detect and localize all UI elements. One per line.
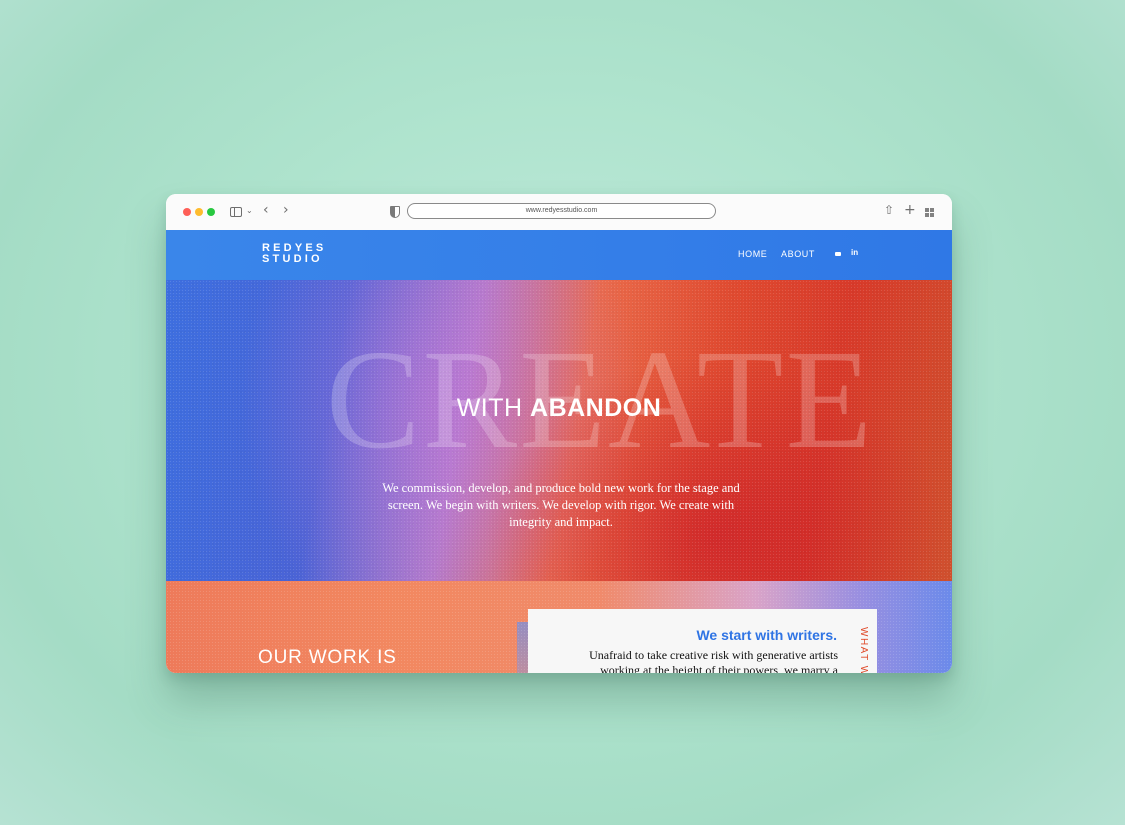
work-heading: OUR WORK IS <box>258 647 397 668</box>
close-window-button[interactable] <box>183 208 191 216</box>
linkedin-icon[interactable]: in <box>851 248 858 257</box>
forward-arrow-icon[interactable]: › <box>283 203 289 217</box>
back-arrow-icon[interactable]: ‹ <box>263 203 269 217</box>
hero-description: We commission, develop, and produce bold… <box>382 481 740 529</box>
hero-title: WITH ABANDON <box>166 394 952 423</box>
tab-overview-grid-icon[interactable] <box>925 208 934 217</box>
chevron-down-icon[interactable]: ⌄ <box>246 207 253 215</box>
browser-toolbar: ⌄ ‹ › www.redyesstudio.com ⇧ + <box>166 194 952 231</box>
nav-about-link[interactable]: ABOUT <box>781 249 815 259</box>
vertical-section-label: WHAT WE <box>858 627 869 673</box>
nav-home-link[interactable]: HOME <box>738 249 767 259</box>
site-logo[interactable]: REDYES STUDIO <box>262 243 326 265</box>
writers-card: We start with writers. Unafraid to take … <box>528 609 877 673</box>
privacy-shield-icon[interactable] <box>390 206 400 218</box>
logo-line-2: STUDIO <box>262 253 323 265</box>
hero-title-light: WITH <box>456 394 523 422</box>
browser-window: ⌄ ‹ › www.redyesstudio.com ⇧ + REDYES ST… <box>166 194 952 673</box>
minimize-window-button[interactable] <box>195 208 203 216</box>
card-text: Unafraid to take creative risk with gene… <box>589 648 838 673</box>
site-header: REDYES STUDIO HOME ABOUT in <box>166 230 952 280</box>
hero-title-bold: ABANDON <box>530 394 662 422</box>
work-section: OUR WORK IS We start with writers. Unafr… <box>166 581 952 673</box>
new-tab-plus-icon[interactable]: + <box>904 203 916 217</box>
address-bar[interactable]: www.redyesstudio.com <box>407 203 716 219</box>
sidebar-icon[interactable] <box>230 207 242 217</box>
card-title: We start with writers. <box>696 627 837 643</box>
mail-icon[interactable] <box>835 252 841 256</box>
zoom-window-button[interactable] <box>207 208 215 216</box>
share-icon[interactable]: ⇧ <box>884 204 894 216</box>
hero-section: CREATE WITH ABANDON We commission, devel… <box>166 280 952 581</box>
